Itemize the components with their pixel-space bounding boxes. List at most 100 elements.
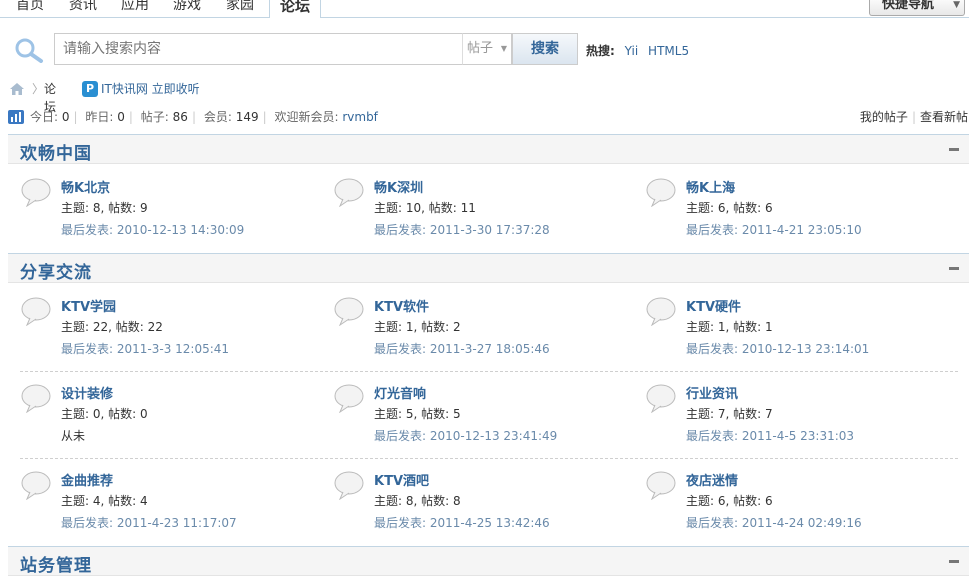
forum-bubble-icon (646, 178, 676, 207)
forum-counts: 主题: 6, 帖数: 6 (686, 201, 773, 215)
forum-bubble-icon (21, 297, 51, 326)
stats-actions: 我的帖子 | 查看新帖 (859, 110, 968, 124)
app-follow-link[interactable]: IT快讯网 立即收听 (101, 80, 200, 98)
new-posts-link[interactable]: 查看新帖 (920, 110, 968, 124)
forum-item: KTV软件 主题: 1, 帖数: 2 最后发表: 2011-3-27 18:05… (333, 296, 633, 366)
row-divider (20, 371, 958, 372)
forum-item: 畅K深圳 主题: 10, 帖数: 11 最后发表: 2011-3-30 17:3… (333, 177, 633, 247)
forum-last-post[interactable]: 最后发表: 2010-12-13 23:14:01 (686, 340, 869, 357)
nav-tab-news[interactable]: 资讯 (69, 0, 97, 14)
forum-name[interactable]: KTV学园 (61, 296, 116, 315)
category-header: 站务管理 (8, 546, 969, 576)
nav-tab-home-garden[interactable]: 家园 (226, 0, 254, 14)
forum-bubble-icon (646, 471, 676, 500)
forum-name[interactable]: KTV硬件 (686, 296, 741, 315)
search-button[interactable]: 搜索 (512, 33, 578, 65)
top-navigation: 首页 资讯 应用 游戏 家园 论坛 快捷导航 ▼ (0, 0, 969, 18)
forum-name[interactable]: 灯光音响 (374, 383, 426, 402)
app-logo-icon[interactable]: P (82, 81, 98, 97)
row-divider (20, 458, 958, 459)
category-title[interactable]: 站务管理 (20, 551, 92, 576)
forum-item: 畅K北京 主题: 8, 帖数: 9 最后发表: 2010-12-13 14:30… (20, 177, 320, 247)
search-icon (15, 38, 43, 63)
search-type-select[interactable]: 帖子 ▼ (462, 33, 512, 65)
forum-counts: 主题: 5, 帖数: 5 (374, 407, 461, 421)
forum-last-post[interactable]: 最后发表: 2011-4-23 11:17:07 (61, 514, 237, 531)
forum-last-post[interactable]: 最后发表: 2011-3-27 18:05:46 (374, 340, 550, 357)
nav-tab-home[interactable]: 首页 (16, 0, 44, 14)
forum-bubble-icon (334, 297, 364, 326)
home-icon[interactable] (10, 83, 24, 95)
forum-bubble-icon (21, 384, 51, 413)
search-input-box (54, 33, 465, 65)
forum-bubble-icon (334, 471, 364, 500)
forum-bubble-icon (334, 178, 364, 207)
forum-item: 畅K上海 主题: 6, 帖数: 6 最后发表: 2011-4-21 23:05:… (645, 177, 945, 247)
forum-last-post[interactable]: 最后发表: 2011-4-25 13:42:46 (374, 514, 550, 531)
forum-last-post[interactable]: 最后发表: 2010-12-13 14:30:09 (61, 221, 244, 238)
forum-name[interactable]: 金曲推荐 (61, 470, 113, 489)
new-member-link[interactable]: rvmbf (342, 110, 378, 124)
nav-tab-apps[interactable]: 应用 (121, 0, 149, 14)
forum-counts: 主题: 6, 帖数: 6 (686, 494, 773, 508)
forum-name[interactable]: 畅K上海 (686, 177, 735, 196)
chevron-down-icon: ▼ (500, 44, 507, 53)
forum-last-post: 从未 (61, 429, 86, 443)
forum-bubble-icon (646, 384, 676, 413)
search-input[interactable] (55, 34, 465, 64)
forum-last-post[interactable]: 最后发表: 2011-3-30 17:37:28 (374, 221, 550, 238)
stat-today-value: 0 (61, 110, 70, 124)
forum-name[interactable]: 行业资讯 (686, 383, 738, 402)
search-bar: 帖子 ▼ 搜索 (8, 31, 578, 67)
forum-bubble-icon (646, 297, 676, 326)
forum-name[interactable]: 夜店迷情 (686, 470, 738, 489)
forum-name[interactable]: 设计装修 (61, 383, 113, 402)
stat-posts-label: 帖子: (140, 110, 169, 124)
quick-nav-button[interactable]: 快捷导航 ▼ (869, 0, 965, 16)
breadcrumb-separator: 〉 (32, 82, 45, 96)
stats-line: 今日: 0 | 昨日: 0 | 帖子: 86 | 会员: 149 | 欢迎新会员: rv… (30, 110, 378, 124)
chevron-down-icon: ▼ (953, 0, 960, 10)
forum-name[interactable]: 畅K北京 (61, 177, 110, 196)
category-title[interactable]: 分享交流 (20, 258, 92, 283)
forum-bubble-icon (21, 471, 51, 500)
forum-bubble-icon (334, 384, 364, 413)
forum-item: 夜店迷情 主题: 6, 帖数: 6 最后发表: 2011-4-24 02:49:… (645, 470, 945, 540)
stats-chart-icon (8, 110, 24, 124)
nav-tab-forum[interactable]: 论坛 (269, 0, 322, 18)
stat-today-label: 今日: (30, 110, 59, 124)
my-posts-link[interactable]: 我的帖子 (860, 110, 908, 124)
forum-bubble-icon (21, 178, 51, 207)
forum-last-post[interactable]: 最后发表: 2011-4-24 02:49:16 (686, 514, 862, 531)
stat-yesterday-label: 昨日: (85, 110, 114, 124)
forum-counts: 主题: 22, 帖数: 22 (61, 320, 163, 334)
forum-counts: 主题: 10, 帖数: 11 (374, 201, 476, 215)
forum-counts: 主题: 8, 帖数: 9 (61, 201, 148, 215)
collapse-icon[interactable] (949, 148, 959, 151)
collapse-icon[interactable] (949, 560, 959, 563)
collapse-icon[interactable] (949, 267, 959, 270)
stat-members-label: 会员: (203, 110, 232, 124)
forum-last-post[interactable]: 最后发表: 2011-4-21 23:05:10 (686, 221, 862, 238)
forum-item: KTV学园 主题: 22, 帖数: 22 最后发表: 2011-3-3 12:0… (20, 296, 320, 366)
stat-posts-value: 86 (172, 110, 188, 124)
category-title[interactable]: 欢畅中国 (20, 139, 92, 164)
forum-item: KTV硬件 主题: 1, 帖数: 1 最后发表: 2010-12-13 23:1… (645, 296, 945, 366)
forum-item: 行业资讯 主题: 7, 帖数: 7 最后发表: 2011-4-5 23:31:0… (645, 383, 945, 453)
nav-tab-games[interactable]: 游戏 (173, 0, 201, 14)
hot-search-link[interactable]: Yii (625, 44, 639, 58)
forum-name[interactable]: 畅K深圳 (374, 177, 423, 196)
forum-last-post[interactable]: 最后发表: 2011-4-5 23:31:03 (686, 427, 854, 444)
stat-new-member-label: 欢迎新会员: (274, 110, 339, 124)
forum-item: KTV酒吧 主题: 8, 帖数: 8 最后发表: 2011-4-25 13:42… (333, 470, 633, 540)
forum-item: 灯光音响 主题: 5, 帖数: 5 最后发表: 2010-12-13 23:41… (333, 383, 633, 453)
forum-counts: 主题: 7, 帖数: 7 (686, 407, 773, 421)
forum-counts: 主题: 4, 帖数: 4 (61, 494, 148, 508)
hot-search-link[interactable]: HTML5 (648, 44, 689, 58)
stat-yesterday-value: 0 (117, 110, 125, 124)
category-header: 分享交流 (8, 253, 969, 283)
forum-last-post[interactable]: 最后发表: 2010-12-13 23:41:49 (374, 427, 557, 444)
forum-name[interactable]: KTV酒吧 (374, 470, 429, 489)
forum-last-post[interactable]: 最后发表: 2011-3-3 12:05:41 (61, 340, 229, 357)
forum-name[interactable]: KTV软件 (374, 296, 429, 315)
